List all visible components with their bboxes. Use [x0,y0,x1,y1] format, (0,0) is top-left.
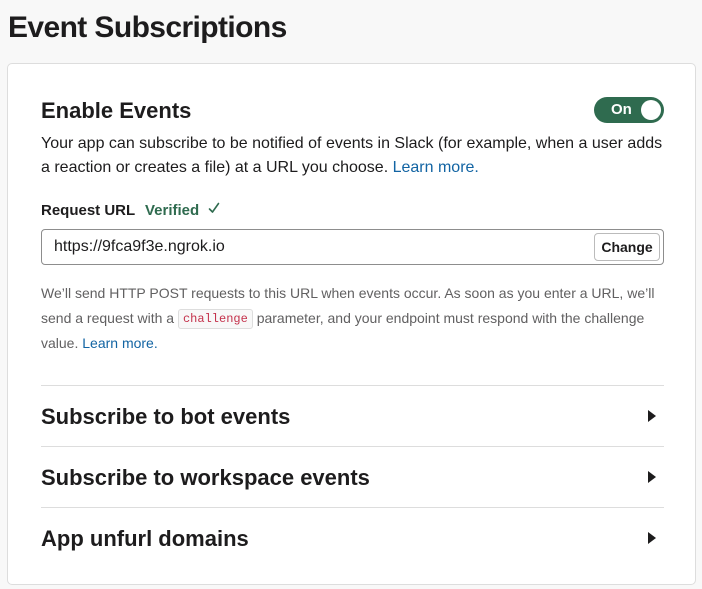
request-url-label: Request URL [41,202,136,219]
enable-events-title: Enable Events [41,98,192,123]
check-icon [208,202,220,213]
section-bot-events[interactable]: Subscribe to bot events [41,385,664,446]
caret-right-icon [648,532,656,544]
help-learn-more-link[interactable]: Learn more. [82,335,157,351]
section-label: App unfurl domains [41,526,249,551]
section-workspace-events[interactable]: Subscribe to workspace events [41,446,664,507]
event-subscriptions-card: Enable Events On Your app can subscribe … [7,63,696,585]
enable-events-toggle[interactable]: On [594,97,664,123]
caret-right-icon [648,410,656,422]
description-text: Your app can subscribe to be notified of… [41,135,663,176]
request-url-help: We’ll send HTTP POST requests to this UR… [41,281,671,356]
request-url-field[interactable]: https://9fca9f3e.ngrok.io Change [41,229,664,265]
caret-right-icon [648,471,656,483]
change-url-button[interactable]: Change [594,233,660,261]
section-unfurl-domains[interactable]: App unfurl domains [41,507,664,568]
learn-more-link[interactable]: Learn more. [393,159,479,176]
toggle-knob [641,100,661,120]
toggle-label: On [611,101,632,118]
challenge-code: challenge [177,309,253,329]
section-label: Subscribe to bot events [41,404,291,429]
page-title: Event Subscriptions [8,11,287,44]
section-label: Subscribe to workspace events [41,465,370,490]
verified-status: Verified [145,202,200,219]
request-url-value[interactable]: https://9fca9f3e.ngrok.io [54,230,225,264]
enable-events-description: Your app can subscribe to be notified of… [41,132,671,180]
